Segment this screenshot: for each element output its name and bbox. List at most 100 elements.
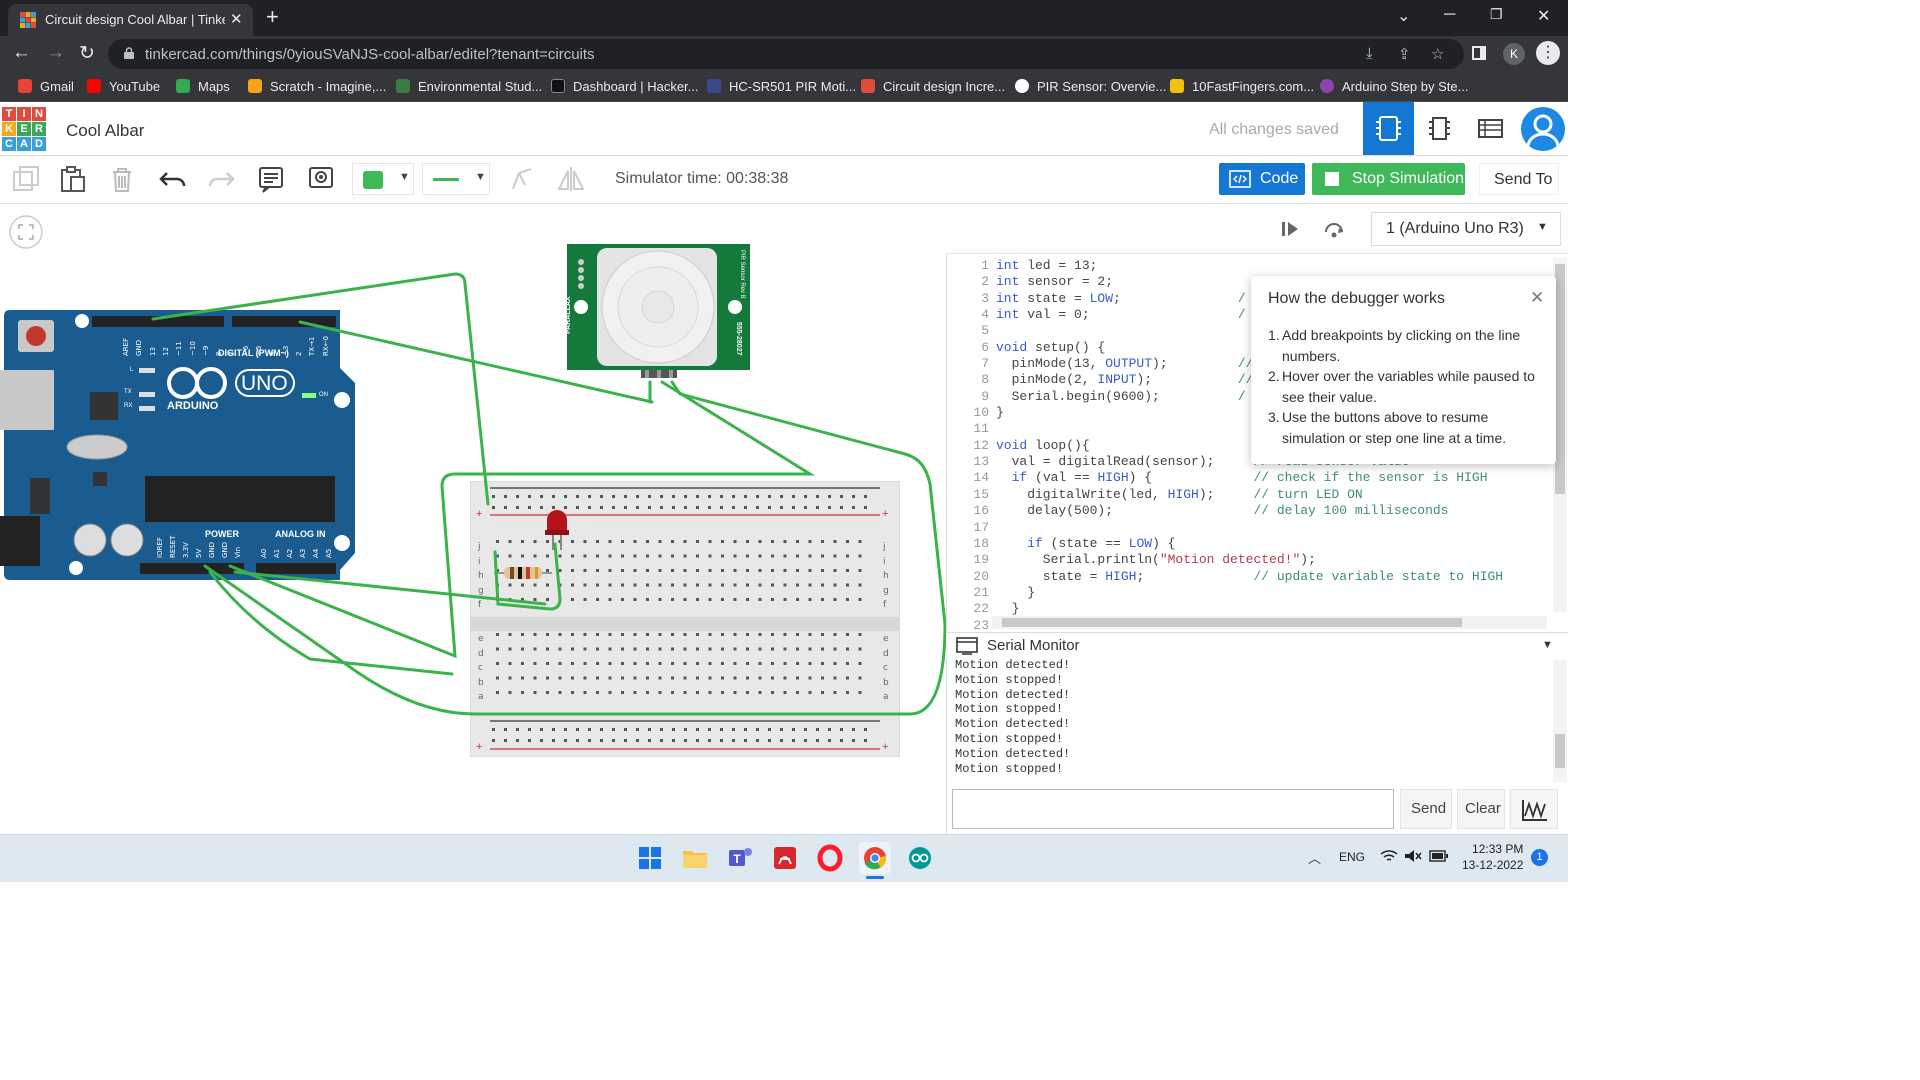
line-number[interactable]: 18 (947, 536, 989, 552)
serial-clear-button[interactable]: Clear (1457, 789, 1505, 829)
battery-icon[interactable] (1429, 850, 1449, 862)
serial-scrollbar[interactable] (1553, 660, 1567, 782)
copy-icon[interactable] (10, 163, 42, 195)
stop-simulation-button[interactable]: Stop Simulation (1312, 163, 1465, 195)
close-icon[interactable]: ✕ (1530, 288, 1544, 308)
line-number[interactable]: 21 (947, 585, 989, 601)
window-close-icon[interactable]: ✕ (1537, 6, 1550, 26)
bookmark-pir-sensor[interactable]: PIR Sensor: Overvie... (1015, 79, 1166, 94)
line-number[interactable]: 19 (947, 552, 989, 568)
menu-kebab-icon[interactable]: ⋮ (1536, 41, 1560, 65)
notes-icon[interactable] (255, 163, 287, 195)
paste-icon[interactable] (56, 163, 88, 195)
line-number[interactable]: 16 (947, 503, 989, 519)
line-number[interactable]: 14 (947, 470, 989, 486)
wifi-icon[interactable] (1380, 849, 1398, 863)
omnibox[interactable]: tinkercad.com/things/0yiouSVaNJS-cool-al… (108, 39, 1464, 69)
reload-icon[interactable]: ↻ (79, 42, 95, 65)
component-list-button[interactable] (1465, 102, 1516, 155)
scroll-thumb[interactable] (1555, 264, 1565, 494)
serial-input[interactable] (952, 789, 1394, 829)
bookmark-hackerrank[interactable]: Dashboard | Hacker... (551, 79, 699, 94)
share-icon[interactable]: ⇪ (1398, 45, 1411, 63)
redo-icon[interactable] (205, 163, 237, 195)
chrome-icon[interactable] (859, 842, 891, 874)
red-led[interactable] (544, 508, 570, 552)
bookmark-star-icon[interactable]: ☆ (1431, 45, 1444, 63)
line-number[interactable]: 3 (947, 291, 989, 307)
bookmark-circuit-design[interactable]: Circuit design Incre... (861, 79, 1005, 94)
code-button[interactable]: Code (1219, 163, 1305, 195)
note-visibility-icon[interactable] (305, 163, 337, 195)
wire-type-picker[interactable]: ▼ (422, 163, 490, 195)
line-number[interactable]: 2 (947, 274, 989, 290)
scroll-thumb[interactable] (1002, 618, 1462, 627)
line-number[interactable]: 7 (947, 356, 989, 372)
chevron-down-icon[interactable]: ▼ (1542, 639, 1553, 651)
serial-send-button[interactable]: Send (1400, 789, 1452, 829)
download-icon[interactable]: ⤓ (1366, 45, 1373, 62)
line-number[interactable]: 15 (947, 487, 989, 503)
line-number[interactable]: 5 (947, 323, 989, 339)
rotate-icon[interactable] (505, 163, 537, 195)
serial-graph-button[interactable] (1510, 789, 1558, 829)
resume-icon[interactable] (1279, 218, 1301, 240)
bookmark-environmental[interactable]: Environmental Stud... (396, 79, 542, 94)
breadboard[interactable]: + + + + (470, 481, 900, 757)
line-number[interactable]: 8 (947, 372, 989, 388)
line-number[interactable]: 22 (947, 601, 989, 617)
close-tab-icon[interactable]: ✕ (230, 10, 243, 28)
user-avatar[interactable] (1521, 107, 1565, 151)
side-panel-icon[interactable] (1472, 46, 1486, 60)
notification-badge[interactable]: 1 (1531, 849, 1548, 866)
line-number-gutter[interactable]: 1 2 3 4 5 6 7 8 9 10 11 12 13 14 15 16 17 18 19 20 21 22 23 (947, 258, 989, 634)
line-number[interactable]: 12 (947, 438, 989, 454)
bookmark-gmail[interactable]: Gmail (18, 79, 74, 94)
circuit-view-button[interactable] (1363, 102, 1414, 155)
opera-icon[interactable] (814, 842, 846, 874)
line-number[interactable]: 10 (947, 405, 989, 421)
maximize-icon[interactable]: ❐ (1490, 6, 1503, 23)
flip-icon[interactable] (555, 163, 587, 195)
resistor[interactable] (494, 565, 552, 581)
step-over-icon[interactable] (1322, 218, 1346, 240)
bookmark-arduino-step[interactable]: Arduino Step by Ste... (1320, 79, 1468, 94)
line-number[interactable]: 6 (947, 340, 989, 356)
tab-search-icon[interactable]: ⌄ (1397, 6, 1410, 26)
line-number[interactable]: 17 (947, 520, 989, 536)
device-select[interactable]: 1 (Arduino Uno R3) ▼ (1371, 212, 1561, 246)
teams-icon[interactable]: T (724, 842, 756, 874)
scroll-thumb[interactable] (1555, 734, 1565, 768)
line-number[interactable]: 4 (947, 307, 989, 323)
undo-icon[interactable] (157, 163, 189, 195)
arduino-ide-icon[interactable] (904, 842, 936, 874)
windows-start-icon[interactable] (634, 842, 666, 874)
fit-view-icon[interactable] (8, 214, 44, 250)
chevron-up-icon[interactable]: ︿ (1308, 848, 1321, 867)
system-clock[interactable]: 12:33 PM 13-12-2022 (1462, 841, 1523, 873)
tinkercad-logo[interactable]: T I N K E R C A D (2, 107, 46, 151)
bookmark-scratch[interactable]: Scratch - Imagine,... (248, 79, 386, 94)
volume-muted-icon[interactable] (1404, 849, 1422, 863)
bookmark-maps[interactable]: Maps (176, 79, 230, 94)
pir-sensor[interactable]: PARALLAX 555-28027 PIR Sensor Rev B (565, 244, 750, 378)
minimize-icon[interactable]: ─ (1444, 6, 1455, 24)
serial-monitor-header[interactable]: Serial Monitor ▼ (946, 632, 1568, 658)
line-number[interactable]: 11 (947, 421, 989, 437)
acrobat-icon[interactable] (769, 842, 801, 874)
back-icon[interactable]: ← (12, 42, 31, 64)
wire-color-picker[interactable]: ▼ (352, 163, 414, 195)
line-number[interactable]: 1 (947, 258, 989, 274)
bookmark-youtube[interactable]: YouTube (87, 79, 160, 94)
forward-icon[interactable]: → (46, 42, 65, 64)
line-number[interactable]: 9 (947, 389, 989, 405)
profile-avatar[interactable]: K (1503, 43, 1525, 65)
new-tab-icon[interactable]: + (266, 4, 279, 30)
bookmark-hcsr501[interactable]: HC-SR501 PIR Moti... (707, 79, 856, 94)
line-number[interactable]: 20 (947, 569, 989, 585)
send-to-button[interactable]: Send To (1479, 163, 1559, 195)
line-number[interactable]: 13 (947, 454, 989, 470)
code-horizontal-scrollbar[interactable] (992, 616, 1547, 629)
schematic-view-button[interactable] (1414, 102, 1465, 155)
file-explorer-icon[interactable] (679, 842, 711, 874)
